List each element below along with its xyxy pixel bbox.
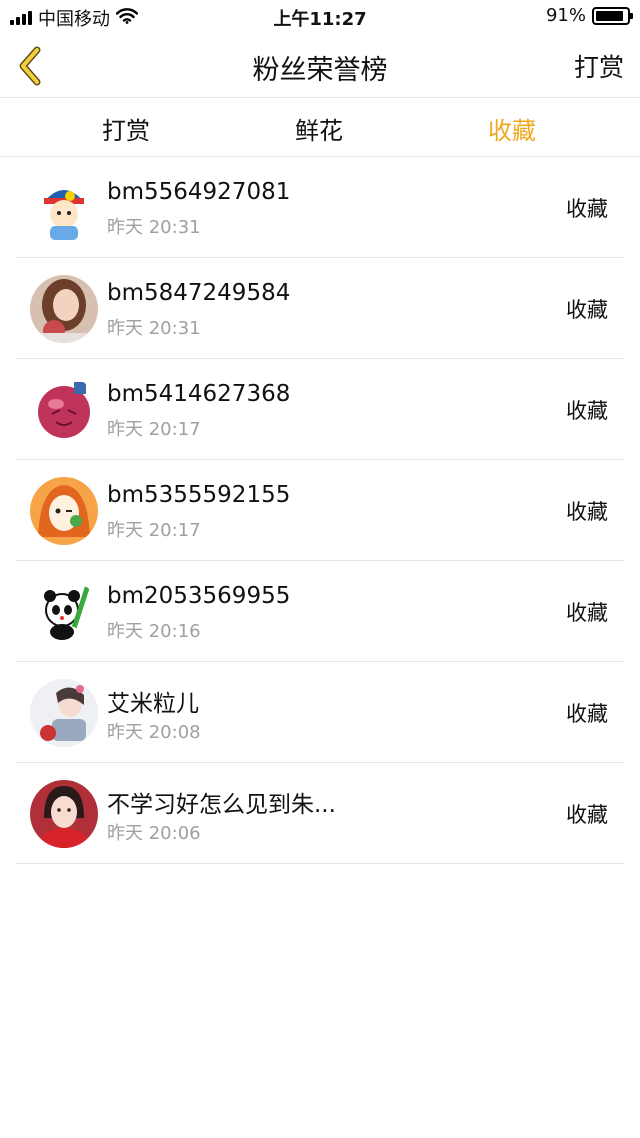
tab-bar: 打赏 鲜花 收藏 — [0, 99, 640, 157]
user-name: bm5355592155 — [107, 482, 291, 508]
avatar — [30, 679, 98, 747]
list-item[interactable]: bm5414627368 昨天 20:17 收藏 — [16, 359, 624, 460]
avatar — [30, 174, 98, 242]
user-name: 不学习好怎么见到朱... — [107, 792, 336, 818]
timestamp: 昨天 20:08 — [107, 722, 201, 743]
status-bar: 中国移动 上午11:27 91% — [0, 0, 640, 34]
user-name: bm5564927081 — [107, 179, 291, 205]
user-name: bm5414627368 — [107, 381, 291, 407]
page-title: 粉丝荣誉榜 — [252, 55, 388, 86]
timestamp: 昨天 20:16 — [107, 621, 201, 642]
action-label: 收藏 — [566, 298, 608, 322]
tab-reward[interactable]: 打赏 — [56, 111, 196, 146]
list-item[interactable]: 艾米粒儿 昨天 20:08 收藏 — [16, 662, 624, 763]
user-name: bm5847249584 — [107, 280, 291, 306]
user-name: bm2053569955 — [107, 583, 291, 609]
reward-button[interactable]: 打赏 — [574, 48, 624, 84]
timestamp: 昨天 20:17 — [107, 520, 201, 541]
fan-list: bm5564927081 昨天 20:31 收藏 bm5847249584 昨天… — [0, 157, 640, 864]
list-item[interactable]: bm5847249584 昨天 20:31 收藏 — [16, 258, 624, 359]
timestamp: 昨天 20:31 — [107, 318, 201, 339]
avatar — [30, 578, 98, 646]
list-item[interactable]: bm5355592155 昨天 20:17 收藏 — [16, 460, 624, 561]
action-label: 收藏 — [566, 702, 608, 726]
list-item[interactable]: bm2053569955 昨天 20:16 收藏 — [16, 561, 624, 662]
timestamp: 昨天 20:31 — [107, 217, 201, 238]
action-label: 收藏 — [566, 601, 608, 625]
nav-bar: 粉丝荣誉榜 打赏 — [0, 34, 640, 98]
status-right: 91% — [545, 5, 633, 26]
list-item[interactable]: 不学习好怎么见到朱... 昨天 20:06 收藏 — [16, 763, 624, 864]
action-label: 收藏 — [566, 399, 608, 423]
action-label: 收藏 — [566, 197, 608, 221]
battery-icon — [592, 6, 633, 25]
avatar — [30, 376, 98, 444]
timestamp: 昨天 20:17 — [107, 419, 201, 440]
timestamp: 昨天 20:06 — [107, 823, 201, 844]
user-name: 艾米粒儿 — [107, 691, 199, 717]
action-label: 收藏 — [566, 803, 608, 827]
avatar — [30, 780, 98, 848]
avatar — [30, 275, 98, 343]
status-time: 上午11:27 — [273, 9, 367, 30]
avatar — [30, 477, 98, 545]
action-label: 收藏 — [566, 500, 608, 524]
battery-percent: 91% — [545, 5, 586, 26]
tab-favorites[interactable]: 收藏 — [442, 111, 582, 146]
tab-flowers[interactable]: 鲜花 — [249, 111, 389, 146]
list-item[interactable]: bm5564927081 昨天 20:31 收藏 — [16, 157, 624, 258]
battery-fill — [596, 10, 624, 21]
